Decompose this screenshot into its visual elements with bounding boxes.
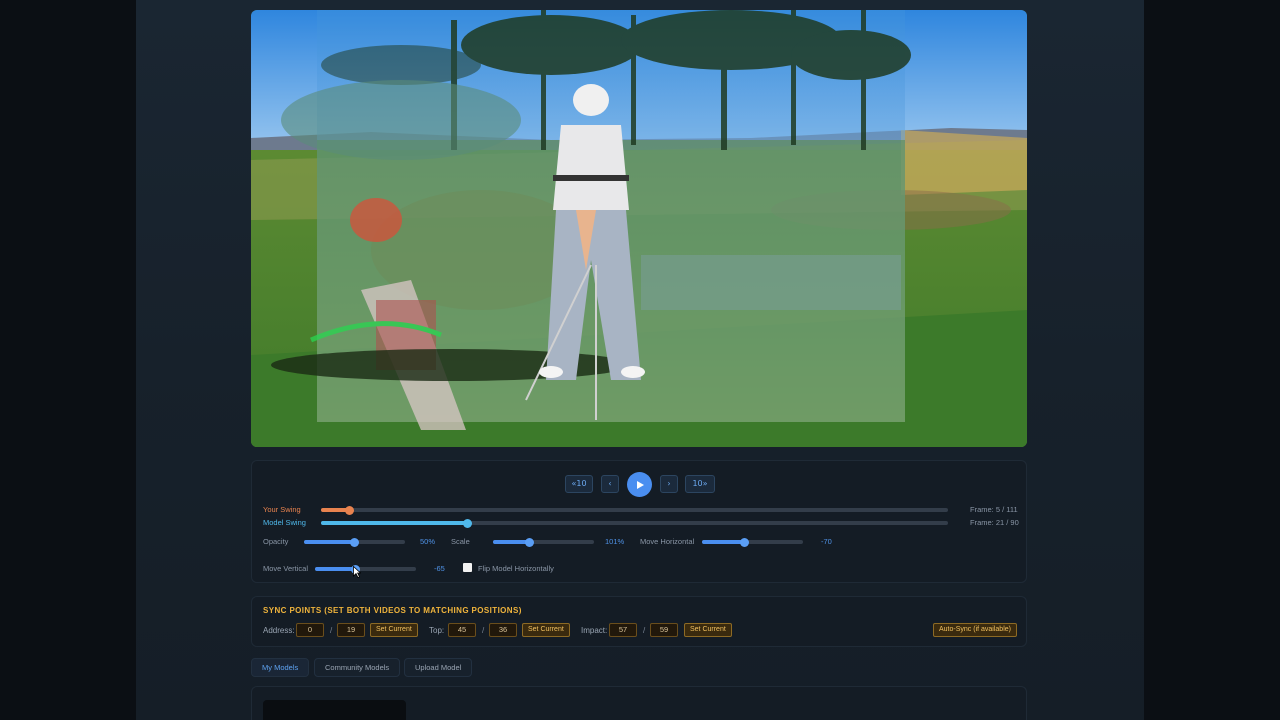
opacity-label: Opacity	[263, 537, 289, 546]
address-label: Address:	[263, 626, 295, 635]
mouse-cursor-icon	[353, 566, 361, 578]
impact-set-current-button[interactable]: Set Current	[684, 623, 732, 637]
move-horizontal-fill	[702, 540, 745, 544]
next-frame-button[interactable]: ›	[660, 475, 678, 493]
tab-my-models[interactable]: My Models	[251, 658, 310, 677]
move-vertical-fill	[315, 567, 356, 571]
impact-model-frame-input[interactable]: 59	[650, 623, 678, 637]
top-model-frame-input[interactable]: 36	[489, 623, 517, 637]
opacity-slider[interactable]	[304, 537, 405, 547]
top-your-frame-input[interactable]: 45	[448, 623, 476, 637]
scale-label: Scale	[451, 537, 470, 546]
auto-sync-button[interactable]: Auto-Sync (if available)	[933, 623, 1017, 637]
move-horizontal-label: Move Horizontal	[640, 537, 695, 546]
model-swing-label: Model Swing	[263, 518, 306, 527]
top-set-current-button[interactable]: Set Current	[522, 623, 570, 637]
play-button[interactable]	[627, 472, 652, 497]
top-separator: /	[482, 626, 485, 635]
impact-separator: /	[643, 626, 646, 635]
model-swing-fill	[321, 521, 468, 525]
move-vertical-label: Move Vertical	[263, 564, 309, 573]
model-swing-scrubber[interactable]	[321, 518, 948, 528]
move-horizontal-handle[interactable]	[739, 537, 749, 547]
flip-model-checkbox[interactable]	[463, 563, 472, 572]
opacity-value: 50%	[420, 537, 436, 546]
scale-value: 101%	[605, 537, 625, 546]
models-panel	[251, 686, 1027, 720]
impact-label: Impact:	[581, 626, 608, 635]
scale-handle[interactable]	[524, 537, 534, 547]
model-swing-handle[interactable]	[462, 518, 472, 528]
opacity-fill	[304, 540, 355, 544]
forward-10-button[interactable]: 10»	[685, 475, 715, 493]
back-10-button[interactable]: «10	[565, 475, 593, 493]
impact-your-frame-input[interactable]: 57	[609, 623, 637, 637]
your-swing-handle[interactable]	[344, 505, 354, 515]
prev-frame-button[interactable]: ‹	[601, 475, 619, 493]
tab-upload-model[interactable]: Upload Model	[404, 658, 473, 677]
flip-model-label: Flip Model Horizontally	[478, 564, 554, 573]
model-thumbnail[interactable]	[263, 700, 406, 720]
sync-points-panel: SYNC POINTS (SET BOTH VIDEOS TO MATCHING…	[251, 596, 1027, 647]
top-label: Top:	[429, 626, 445, 635]
move-vertical-value: -65	[434, 564, 445, 573]
model-swing-frame-readout: Frame: 21 / 90	[970, 518, 1019, 527]
move-vertical-slider[interactable]	[315, 564, 416, 574]
address-your-frame-input[interactable]: 0	[296, 623, 324, 637]
scale-slider[interactable]	[493, 537, 594, 547]
video-frame-image	[251, 10, 1027, 447]
your-swing-frame-readout: Frame: 5 / 111	[970, 505, 1018, 514]
opacity-handle[interactable]	[350, 537, 359, 547]
address-model-frame-input[interactable]: 19	[337, 623, 365, 637]
scale-fill	[493, 540, 530, 544]
playback-controls-panel: «10 ‹ › 10» Your Swing Frame: 5 / 111 Mo…	[251, 460, 1027, 583]
sync-points-title: SYNC POINTS (SET BOTH VIDEOS TO MATCHING…	[263, 606, 522, 615]
address-separator: /	[330, 626, 333, 635]
move-horizontal-slider[interactable]	[702, 537, 803, 547]
play-icon	[636, 480, 644, 489]
your-swing-label: Your Swing	[263, 505, 301, 514]
address-set-current-button[interactable]: Set Current	[370, 623, 418, 637]
move-horizontal-value: -70	[821, 537, 832, 546]
tab-community-models[interactable]: Community Models	[314, 658, 401, 677]
video-overlay-player[interactable]	[251, 10, 1027, 447]
your-swing-scrubber[interactable]	[321, 505, 948, 515]
